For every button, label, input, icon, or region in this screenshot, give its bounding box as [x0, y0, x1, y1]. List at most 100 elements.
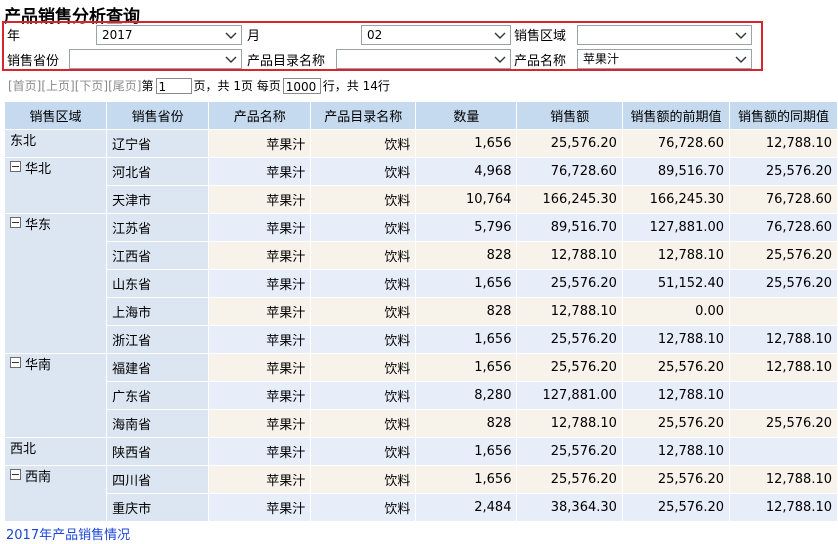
page-size-input[interactable]: 1000: [282, 77, 321, 94]
next-page-link[interactable]: [下页]: [75, 77, 108, 94]
product-cell: 苹果汁: [208, 213, 312, 242]
chevron-down-icon: [225, 56, 237, 63]
prev-period-cell: 25,576.20: [621, 465, 731, 494]
column-header-category[interactable]: 产品目录名称: [310, 101, 417, 130]
same-period-cell: 12,788.10: [729, 325, 838, 354]
table-row: 华南 福建省 苹果汁 饮料 1,656 25,576.20 25,576.20 12,788.…: [3, 353, 838, 438]
product-cell: 苹果汁: [208, 185, 312, 214]
table-row: 华东 江苏省 苹果汁 饮料 5,796 89,516.70 127,881.00 76,728…: [3, 213, 838, 354]
quantity-cell: 828: [415, 241, 518, 270]
column-header-prev[interactable]: 销售额的前期值: [621, 101, 731, 130]
province-cell: 广东省: [106, 381, 210, 410]
prev-period-cell: 12,788.10: [621, 325, 731, 354]
table-row: 浙江省 苹果汁 饮料 1,656 25,576.20 12,788.10 12,788.10: [5, 325, 838, 354]
month-select[interactable]: 02: [361, 25, 511, 45]
column-header-product[interactable]: 产品名称: [208, 101, 312, 130]
column-header-qty[interactable]: 数量: [415, 101, 518, 130]
category-cell: 饮料: [310, 437, 417, 466]
column-header-region[interactable]: 销售区域: [3, 101, 108, 130]
quantity-cell: 2,484: [415, 493, 518, 522]
page-summary: 页，共 1页 每页: [193, 79, 281, 93]
year-select[interactable]: 2017: [96, 25, 242, 45]
category-cell: 饮料: [310, 269, 417, 298]
sales-cell: 166,245.30: [516, 185, 623, 214]
year-select-value: 2017: [102, 28, 133, 42]
sales-table: 销售区域 销售省份 产品名称 产品目录名称 数量 销售额 销售额的前期值 销售额的同期值 东北…: [3, 101, 838, 522]
collapse-minus-icon[interactable]: [10, 357, 21, 368]
report-link[interactable]: 2017年产品销售情况: [6, 524, 130, 543]
province-cell: 河北省: [106, 157, 210, 186]
quantity-cell: 1,656: [415, 353, 518, 382]
table-row: 西北 陕西省 苹果汁 饮料 1,656 25,576.20 12,788.10: [3, 437, 838, 466]
chevron-down-icon: [735, 32, 747, 39]
product-cell: 苹果汁: [208, 409, 312, 438]
quantity-cell: 8,280: [415, 381, 518, 410]
region-label: 销售区域: [514, 29, 567, 44]
region-select[interactable]: [577, 25, 752, 45]
province-cell: 福建省: [106, 353, 210, 382]
year-label: 年: [7, 29, 21, 44]
quantity-cell: 10,764: [415, 185, 518, 214]
product-cell: 苹果汁: [208, 269, 312, 298]
same-period-cell: 12,788.10: [729, 129, 838, 158]
table-row: 东北 辽宁省 苹果汁 饮料 1,656 25,576.20 76,728.60 12,788.…: [3, 129, 838, 158]
prev-period-cell: 12,788.10: [621, 437, 731, 466]
last-page-link[interactable]: [尾页]: [108, 77, 141, 94]
table-row: 山东省 苹果汁 饮料 1,656 25,576.20 51,152.40 25,576.20: [5, 269, 838, 298]
same-period-cell: 76,728.60: [729, 185, 838, 214]
sales-cell: 127,881.00: [516, 381, 623, 410]
category-cell: 饮料: [310, 157, 417, 186]
first-page-link[interactable]: [首页]: [8, 77, 41, 94]
region-label: 华南: [25, 358, 52, 373]
chevron-down-icon: [494, 32, 506, 39]
region-cell: 华北: [3, 157, 108, 214]
province-cell: 江西省: [106, 241, 210, 270]
sales-cell: 12,788.10: [516, 409, 623, 438]
table-row: 西南 四川省 苹果汁 饮料 1,656 25,576.20 25,576.20 12,788.…: [3, 465, 838, 522]
same-period-cell: 25,576.20: [729, 241, 838, 270]
prev-page-link[interactable]: [上页]: [41, 77, 74, 94]
category-cell: 饮料: [310, 129, 417, 158]
sales-cell: 76,728.60: [516, 157, 623, 186]
rows-summary: 行，共 14行: [322, 79, 390, 93]
product-cell: 苹果汁: [208, 381, 312, 410]
product-cell: 苹果汁: [208, 297, 312, 326]
product-cell: 苹果汁: [208, 325, 312, 354]
column-header-province[interactable]: 销售省份: [106, 101, 210, 130]
collapse-minus-icon[interactable]: [10, 161, 21, 172]
region-cell: 西南: [3, 465, 108, 522]
table-row: 广东省 苹果汁 饮料 8,280 127,881.00 12,788.10: [5, 381, 838, 410]
category-select[interactable]: [336, 49, 511, 69]
table-row: 天津市 苹果汁 饮料 10,764 166,245.30 166,245.30 76,728…: [5, 185, 838, 214]
province-cell: 海南省: [106, 409, 210, 438]
table-row: 江西省 苹果汁 饮料 828 12,788.10 12,788.10 25,576.20: [5, 241, 838, 270]
quantity-cell: 828: [415, 409, 518, 438]
column-header-sales[interactable]: 销售额: [516, 101, 623, 130]
collapse-minus-icon[interactable]: [10, 217, 21, 228]
category-label: 产品目录名称: [247, 54, 326, 69]
product-cell: 苹果汁: [208, 241, 312, 270]
quantity-cell: 5,796: [415, 213, 518, 242]
column-header-same[interactable]: 销售额的同期值: [729, 101, 838, 130]
table-row: 华北 河北省 苹果汁 饮料 4,968 76,728.60 89,516.70 25,576.…: [3, 157, 838, 214]
sales-cell: 25,576.20: [516, 437, 623, 466]
same-period-cell: [729, 297, 838, 326]
prev-period-cell: 12,788.10: [621, 241, 731, 270]
province-select[interactable]: [69, 49, 242, 69]
region-cell: 西北: [3, 437, 108, 466]
product-cell: 苹果汁: [208, 465, 312, 494]
page-number-input[interactable]: 1: [155, 77, 192, 94]
same-period-cell: 25,576.20: [729, 409, 838, 438]
product-select[interactable]: 苹果汁: [577, 49, 752, 69]
collapse-minus-icon[interactable]: [10, 469, 21, 480]
sales-cell: 25,576.20: [516, 465, 623, 494]
province-cell: 辽宁省: [106, 129, 210, 158]
product-cell: 苹果汁: [208, 157, 312, 186]
chevron-down-icon: [494, 56, 506, 63]
province-label: 销售省份: [7, 54, 60, 69]
province-cell: 江苏省: [106, 213, 210, 242]
category-cell: 饮料: [310, 185, 417, 214]
same-period-cell: 25,576.20: [729, 269, 838, 298]
region-cell: 华东: [3, 213, 108, 354]
sales-cell: 25,576.20: [516, 269, 623, 298]
